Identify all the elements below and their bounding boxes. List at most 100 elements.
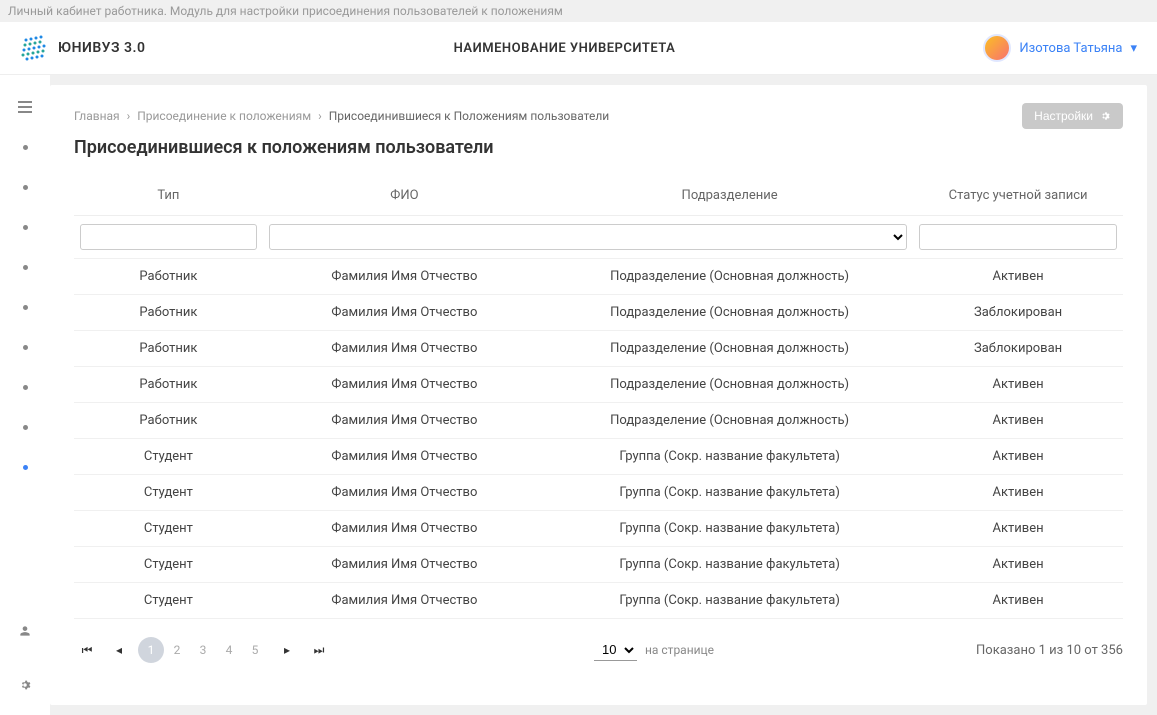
- cell-dept: Группа (Сокр. название факультета): [546, 511, 913, 547]
- table-row[interactable]: СтудентФамилия Имя ОтчествоГруппа (Сокр.…: [74, 439, 1123, 475]
- sidebar-item-1[interactable]: [15, 137, 35, 157]
- sidebar-profile[interactable]: [15, 621, 35, 641]
- user-menu[interactable]: Изотова Татьяна ▾: [983, 34, 1137, 62]
- cell-type: Студент: [74, 547, 263, 583]
- page-4[interactable]: 4: [216, 637, 242, 663]
- main-content: Главная › Присоединение к положениям › П…: [50, 85, 1147, 705]
- cell-type: Студент: [74, 475, 263, 511]
- user-icon: [18, 624, 32, 638]
- cell-fio: Фамилия Имя Отчество: [263, 475, 546, 511]
- cell-fio: Фамилия Имя Отчество: [263, 259, 546, 295]
- cell-type: Работник: [74, 367, 263, 403]
- logo-block[interactable]: ЮНИВУЗ 3.0: [20, 34, 146, 62]
- cell-status: Активен: [913, 583, 1123, 619]
- sidebar-item-9[interactable]: [15, 457, 35, 477]
- cell-status: Активен: [913, 475, 1123, 511]
- page-title: Присоединившиеся к положениям пользовате…: [74, 137, 1123, 158]
- sidebar-item-8[interactable]: [15, 417, 35, 437]
- table-row[interactable]: РаботникФамилия Имя ОтчествоПодразделени…: [74, 331, 1123, 367]
- table-row[interactable]: РаботникФамилия Имя ОтчествоПодразделени…: [74, 367, 1123, 403]
- filter-type-input[interactable]: [80, 224, 257, 250]
- col-status[interactable]: Статус учетной записи: [913, 176, 1123, 216]
- table-row[interactable]: РаботникФамилия Имя ОтчествоПодразделени…: [74, 259, 1123, 295]
- table-row[interactable]: СтудентФамилия Имя ОтчествоГруппа (Сокр.…: [74, 583, 1123, 619]
- sidebar: [0, 75, 50, 715]
- breadcrumb-home[interactable]: Главная: [74, 109, 120, 123]
- breadcrumb-current: Присоединившиеся к Положениям пользовате…: [329, 109, 610, 123]
- cell-fio: Фамилия Имя Отчество: [263, 295, 546, 331]
- cell-dept: Подразделение (Основная должность): [546, 331, 913, 367]
- cell-dept: Подразделение (Основная должность): [546, 259, 913, 295]
- app-logo-icon: [20, 34, 48, 62]
- col-fio[interactable]: ФИО: [263, 176, 546, 216]
- user-name: Изотова Татьяна: [1019, 41, 1122, 56]
- cell-dept: Подразделение (Основная должность): [546, 367, 913, 403]
- cell-fio: Фамилия Имя Отчество: [263, 547, 546, 583]
- page-1[interactable]: 1: [138, 637, 164, 663]
- cell-status: Активен: [913, 511, 1123, 547]
- breadcrumb: Главная › Присоединение к положениям › П…: [74, 109, 609, 123]
- sidebar-item-5[interactable]: [15, 297, 35, 317]
- per-page-label: на странице: [645, 643, 714, 657]
- users-table: Тип ФИО Подразделение Статус учетной зап…: [74, 176, 1123, 619]
- cell-dept: Подразделение (Основная должность): [546, 295, 913, 331]
- table-row[interactable]: СтудентФамилия Имя ОтчествоГруппа (Сокр.…: [74, 511, 1123, 547]
- page-size-select[interactable]: 10: [594, 639, 637, 661]
- chevron-down-icon: ▾: [1130, 41, 1137, 56]
- cell-dept: Группа (Сокр. название факультета): [546, 475, 913, 511]
- sidebar-item-3[interactable]: [15, 217, 35, 237]
- cell-dept: Группа (Сокр. название факультета): [546, 583, 913, 619]
- cell-type: Студент: [74, 511, 263, 547]
- cell-type: Работник: [74, 259, 263, 295]
- avatar: [983, 34, 1011, 62]
- cell-type: Работник: [74, 403, 263, 439]
- sidebar-item-2[interactable]: [15, 177, 35, 197]
- cell-fio: Фамилия Имя Отчество: [263, 331, 546, 367]
- table-row[interactable]: РаботникФамилия Имя ОтчествоПодразделени…: [74, 295, 1123, 331]
- cell-type: Работник: [74, 331, 263, 367]
- cell-type: Студент: [74, 583, 263, 619]
- cell-dept: Группа (Сокр. название факультета): [546, 439, 913, 475]
- page-context-note: Личный кабинет работника. Модуль для нас…: [0, 0, 1157, 22]
- cell-status: Заблокирован: [913, 295, 1123, 331]
- page-first[interactable]: ⏮: [74, 637, 100, 663]
- university-name: НАИМЕНОВАНИЕ УНИВЕРСИТЕТА: [146, 41, 984, 56]
- sidebar-item-6[interactable]: [15, 337, 35, 357]
- gear-icon: [1099, 110, 1111, 122]
- table-row[interactable]: СтудентФамилия Имя ОтчествоГруппа (Сокр.…: [74, 547, 1123, 583]
- cell-type: Студент: [74, 439, 263, 475]
- page-3[interactable]: 3: [190, 637, 216, 663]
- cell-type: Работник: [74, 295, 263, 331]
- page-2[interactable]: 2: [164, 637, 190, 663]
- page-prev[interactable]: ◂: [106, 637, 132, 663]
- filter-row: [74, 216, 1123, 259]
- filter-status-input[interactable]: [919, 224, 1117, 250]
- app-header: ЮНИВУЗ 3.0 НАИМЕНОВАНИЕ УНИВЕРСИТЕТА Изо…: [0, 22, 1157, 75]
- cell-status: Активен: [913, 547, 1123, 583]
- page-last[interactable]: ⏭: [306, 637, 332, 663]
- sidebar-toggle[interactable]: [15, 97, 35, 117]
- settings-button[interactable]: Настройки: [1022, 103, 1123, 129]
- col-dept[interactable]: Подразделение: [546, 176, 913, 216]
- gear-icon: [18, 678, 32, 692]
- pagination-summary: Показано 1 из 10 от 356: [976, 643, 1123, 658]
- pagination: ⏮ ◂ 12345 ▸ ⏭ 10 на странице Показано 1 …: [74, 637, 1123, 663]
- cell-fio: Фамилия Имя Отчество: [263, 439, 546, 475]
- page-5[interactable]: 5: [242, 637, 268, 663]
- sidebar-item-4[interactable]: [15, 257, 35, 277]
- cell-fio: Фамилия Имя Отчество: [263, 367, 546, 403]
- filter-fio-dept-select[interactable]: [269, 224, 907, 250]
- cell-dept: Группа (Сокр. название факультета): [546, 547, 913, 583]
- page-next[interactable]: ▸: [274, 637, 300, 663]
- cell-fio: Фамилия Имя Отчество: [263, 583, 546, 619]
- table-row[interactable]: СтудентФамилия Имя ОтчествоГруппа (Сокр.…: [74, 475, 1123, 511]
- sidebar-item-7[interactable]: [15, 377, 35, 397]
- cell-status: Активен: [913, 403, 1123, 439]
- sidebar-settings[interactable]: [15, 675, 35, 695]
- table-row[interactable]: РаботникФамилия Имя ОтчествоПодразделени…: [74, 403, 1123, 439]
- cell-status: Активен: [913, 439, 1123, 475]
- col-type[interactable]: Тип: [74, 176, 263, 216]
- app-name: ЮНИВУЗ 3.0: [58, 40, 146, 56]
- breadcrumb-module[interactable]: Присоединение к положениям: [137, 109, 311, 123]
- cell-dept: Подразделение (Основная должность): [546, 403, 913, 439]
